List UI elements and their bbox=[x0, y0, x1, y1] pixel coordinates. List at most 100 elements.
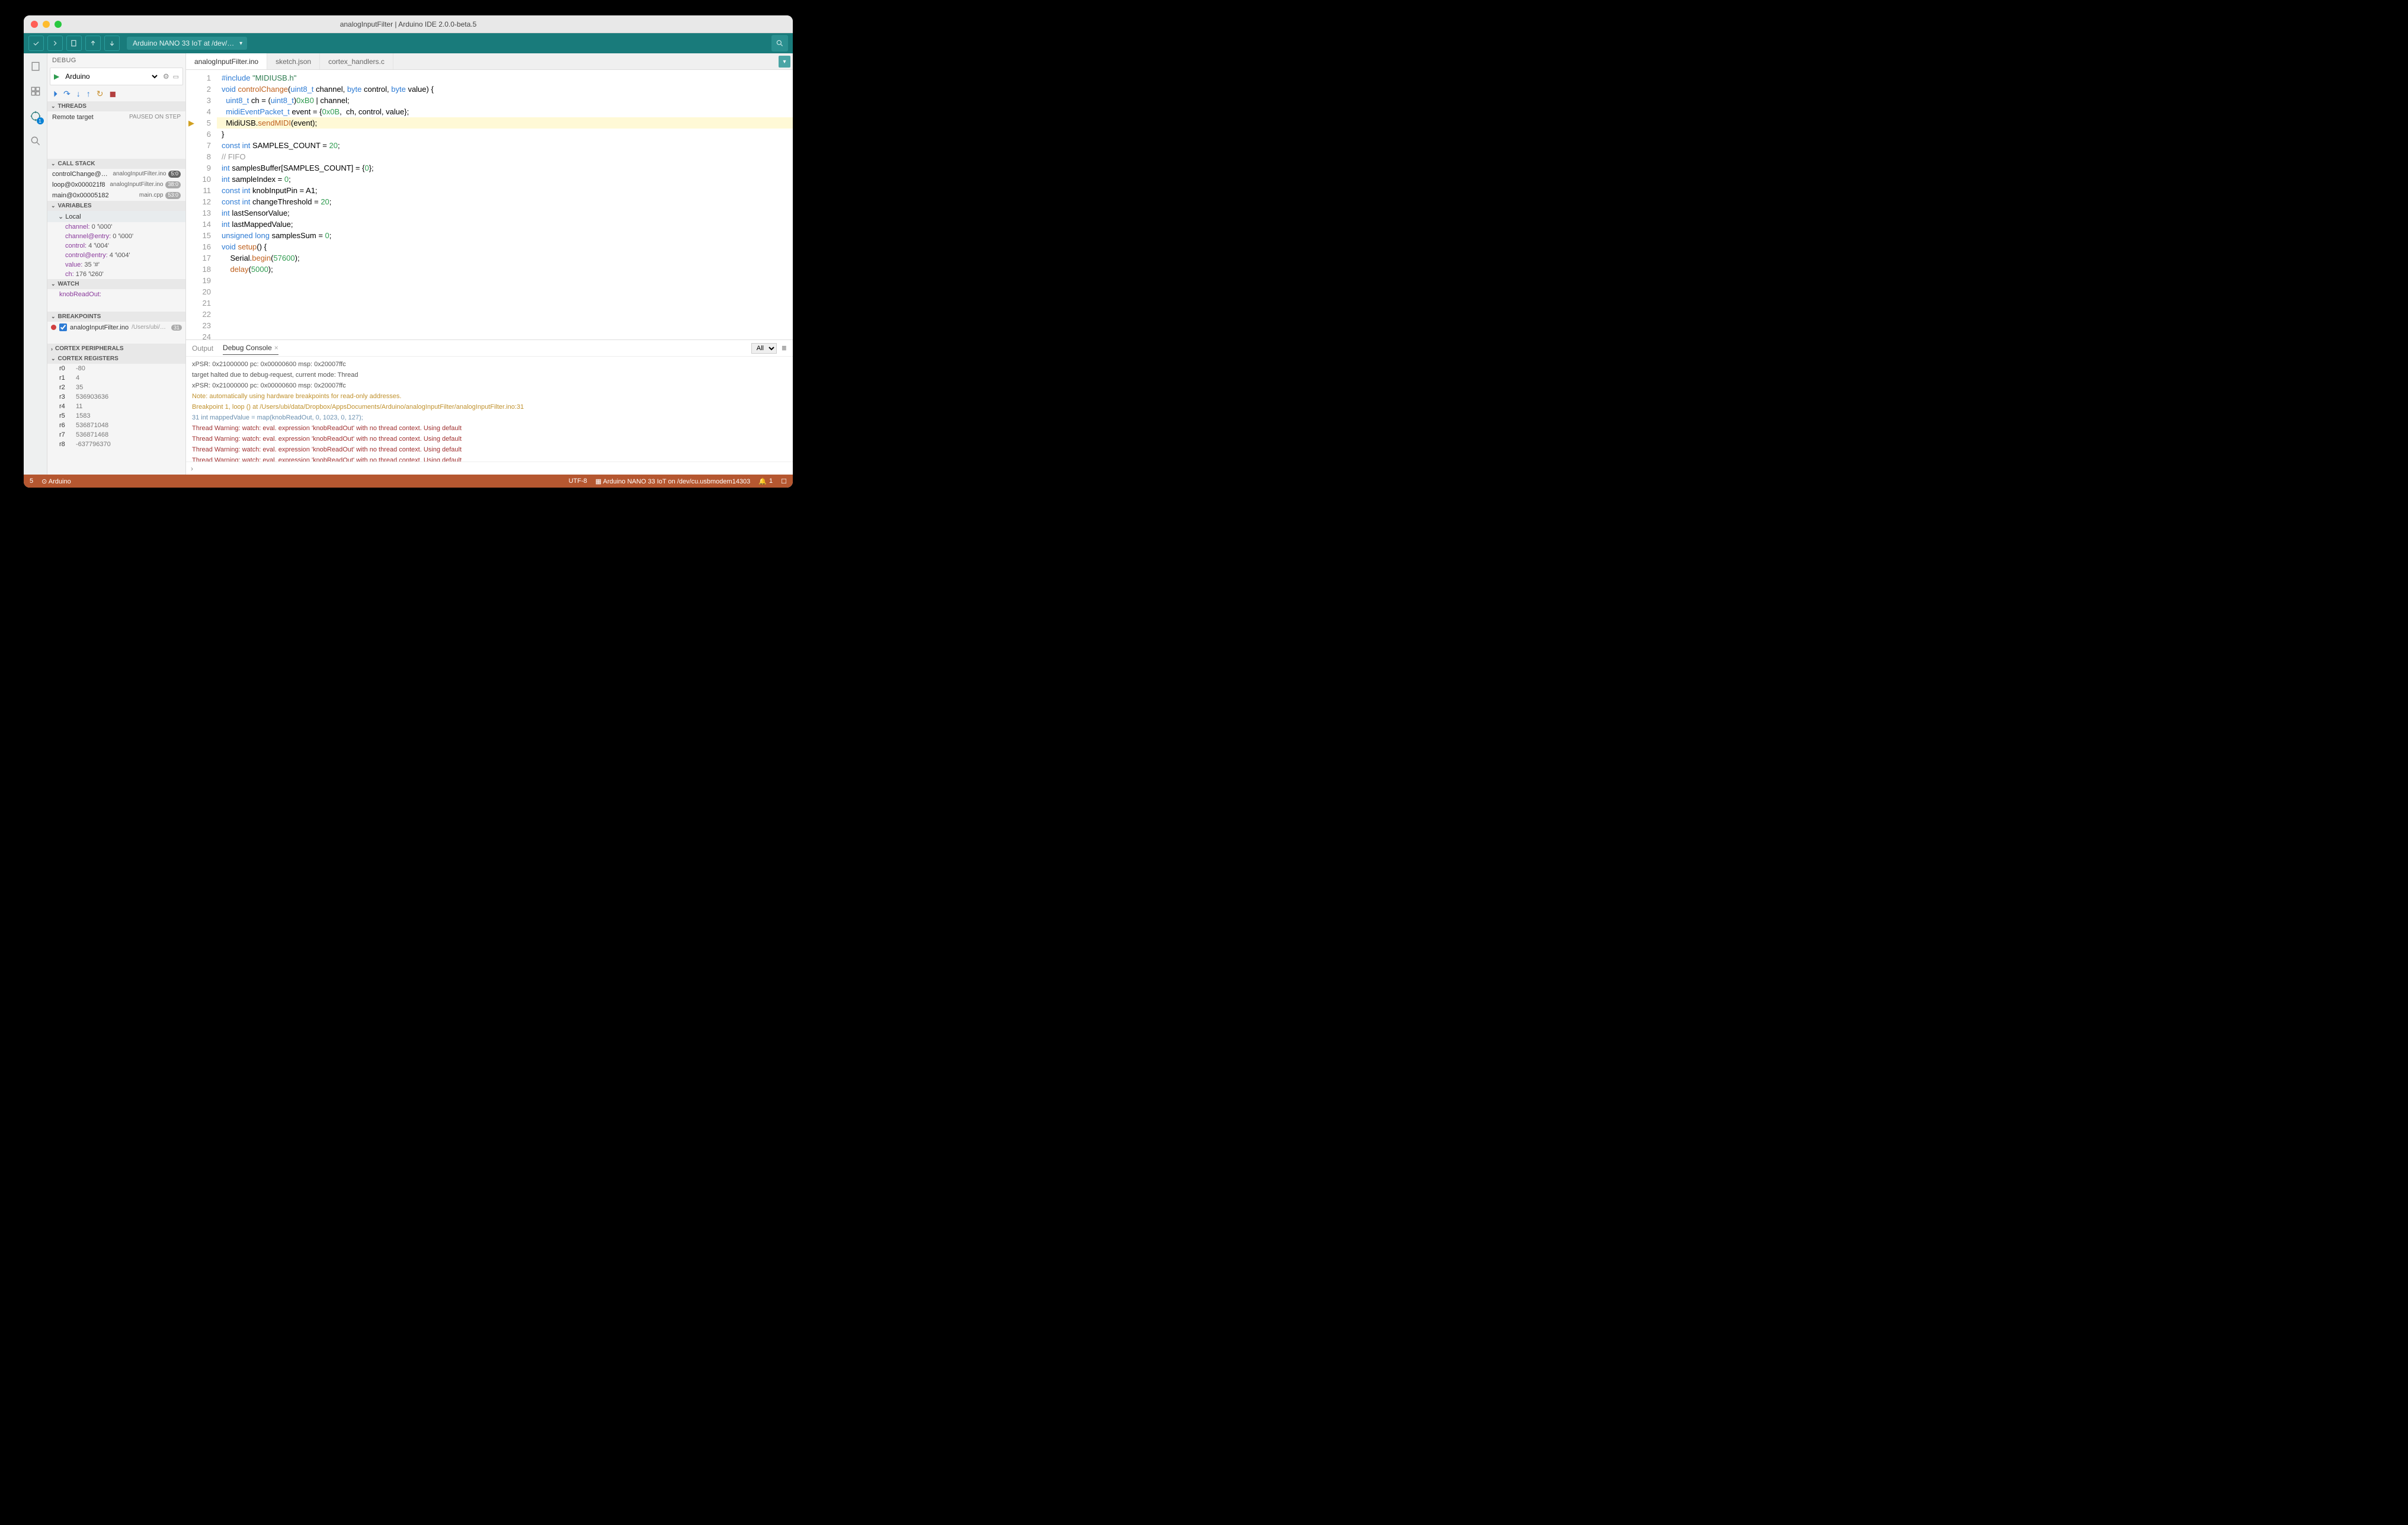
debug-config-select[interactable]: Arduino bbox=[63, 72, 159, 81]
restart-icon[interactable]: ↻ bbox=[97, 89, 104, 99]
code-editor[interactable]: 1 2 3 4 ▶5 6 7 8 9 10 11 12 13 14 15 16 … bbox=[186, 70, 793, 339]
variable-row[interactable]: ch: 176 '\260' bbox=[47, 270, 185, 279]
callstack-frame[interactable]: main@0x00005182main.cpp53:0 bbox=[47, 190, 185, 201]
tab-debug-console[interactable]: Debug Console× bbox=[223, 341, 278, 355]
breakpoint-checkbox[interactable] bbox=[59, 323, 67, 331]
console-line: Thread Warning: watch: eval. expression … bbox=[192, 455, 787, 462]
chevron-down-icon: ⌄ bbox=[51, 355, 56, 362]
debug-icon[interactable]: 1 bbox=[28, 109, 43, 123]
breakpoint-dot-icon bbox=[51, 325, 56, 330]
board-selector-label: Arduino NANO 33 IoT at /dev/… bbox=[133, 39, 234, 47]
variable-row[interactable]: control: 4 '\004' bbox=[47, 241, 185, 251]
debug-config-row: ▶ Arduino ⚙ ▭ bbox=[50, 68, 183, 85]
debug-repl-input[interactable]: › bbox=[186, 462, 793, 475]
callstack-header[interactable]: ⌄CALL STACK bbox=[47, 159, 185, 169]
step-out-icon[interactable]: ↑ bbox=[87, 89, 91, 99]
cortex-periph-header[interactable]: ›CORTEX PERIPHERALS bbox=[47, 344, 185, 354]
callstack-frame[interactable]: controlChange@0x0…analogInputFilter.ino5… bbox=[47, 169, 185, 180]
boards-manager-icon[interactable] bbox=[28, 84, 43, 98]
threads-header[interactable]: ⌄THREADS bbox=[47, 101, 185, 111]
status-board[interactable]: ▦ Arduino NANO 33 IoT on /dev/cu.usbmode… bbox=[595, 478, 751, 485]
board-selector[interactable]: Arduino NANO 33 IoT at /dev/… bbox=[127, 37, 247, 50]
editor-tabs: analogInputFilter.inosketch.jsoncortex_h… bbox=[186, 53, 793, 70]
maximize-icon[interactable] bbox=[55, 21, 62, 28]
callstack-frame[interactable]: loop@0x000021f8analogInputFilter.ino38:0 bbox=[47, 180, 185, 190]
console-line: Thread Warning: watch: eval. expression … bbox=[192, 444, 787, 455]
console-line: xPSR: 0x21000000 pc: 0x00000600 msp: 0x2… bbox=[192, 380, 787, 391]
debug-sidebar: DEBUG ▶ Arduino ⚙ ▭ ⏵ ↷ ↓ ↑ ↻ ◼ ⌄THREADS… bbox=[47, 53, 186, 475]
chevron-right-icon: › bbox=[51, 346, 53, 352]
watch-item[interactable]: knobReadOut: bbox=[47, 289, 185, 300]
variable-row[interactable]: value: 35 '#' bbox=[47, 260, 185, 270]
toolbar: Arduino NANO 33 IoT at /dev/… bbox=[24, 33, 793, 53]
debug-console-icon[interactable]: ▭ bbox=[173, 73, 179, 81]
step-into-icon[interactable]: ↓ bbox=[76, 89, 81, 99]
traffic-lights bbox=[31, 21, 62, 28]
breakpoints-header[interactable]: ⌄BREAKPOINTS bbox=[47, 312, 185, 322]
gear-icon[interactable]: ⚙ bbox=[163, 72, 169, 81]
register-row[interactable]: r411 bbox=[47, 402, 185, 411]
panel-tabs: Output Debug Console× All ≣ bbox=[186, 340, 793, 357]
save-button[interactable] bbox=[104, 36, 120, 51]
register-row[interactable]: r8-637796370 bbox=[47, 440, 185, 449]
console-filter-select[interactable]: All bbox=[751, 343, 777, 354]
start-debug-icon[interactable]: ▶ bbox=[54, 72, 59, 81]
register-row[interactable]: r7536871468 bbox=[47, 430, 185, 440]
tab-overflow-icon[interactable]: ▾ bbox=[779, 56, 790, 68]
close-icon[interactable]: × bbox=[274, 344, 278, 352]
sidebar-title: DEBUG bbox=[47, 53, 185, 68]
console-line: Note: automatically using hardware break… bbox=[192, 391, 787, 402]
window-title: analogInputFilter | Arduino IDE 2.0.0-be… bbox=[340, 20, 477, 28]
chevron-down-icon: ⌄ bbox=[51, 103, 56, 110]
variable-row[interactable]: channel: 0 '\000' bbox=[47, 222, 185, 232]
variable-row[interactable]: channel@entry: 0 '\000' bbox=[47, 232, 185, 241]
console-line: Breakpoint 1, loop () at /Users/ubi/data… bbox=[192, 402, 787, 412]
tab-output[interactable]: Output bbox=[192, 342, 213, 355]
editor-tab[interactable]: analogInputFilter.ino bbox=[186, 53, 267, 69]
search-icon[interactable] bbox=[28, 134, 43, 148]
step-over-icon[interactable]: ↷ bbox=[63, 89, 71, 99]
variables-header[interactable]: ⌄VARIABLES bbox=[47, 201, 185, 211]
stop-icon[interactable]: ◼ bbox=[109, 89, 116, 99]
register-row[interactable]: r0-80 bbox=[47, 364, 185, 373]
feedback-icon[interactable]: ☐ bbox=[781, 478, 787, 485]
register-row[interactable]: r14 bbox=[47, 373, 185, 383]
sketchbook-icon[interactable] bbox=[28, 59, 43, 73]
debug-controls: ⏵ ↷ ↓ ↑ ↻ ◼ bbox=[47, 85, 185, 101]
thread-row[interactable]: Remote target PAUSED ON STEP bbox=[47, 111, 185, 123]
titlebar: analogInputFilter | Arduino IDE 2.0.0-be… bbox=[24, 15, 793, 33]
verify-button[interactable] bbox=[28, 36, 44, 51]
minimize-icon[interactable] bbox=[43, 21, 50, 28]
search-button[interactable] bbox=[771, 35, 788, 52]
upload-button[interactable] bbox=[47, 36, 63, 51]
register-row[interactable]: r3536903636 bbox=[47, 392, 185, 402]
continue-icon[interactable]: ⏵ bbox=[53, 89, 57, 99]
status-connection[interactable]: ⊙ Arduino bbox=[41, 478, 71, 485]
register-row[interactable]: r51583 bbox=[47, 411, 185, 421]
console-line: xPSR: 0x21000000 pc: 0x00000600 msp: 0x2… bbox=[192, 359, 787, 370]
status-line[interactable]: 5 bbox=[30, 478, 33, 485]
console-line: Thread Warning: watch: eval. expression … bbox=[192, 434, 787, 444]
cortex-regs-header[interactable]: ⌄CORTEX REGISTERS bbox=[47, 354, 185, 364]
notifications-icon[interactable]: 🔔 1 bbox=[758, 478, 773, 485]
app-window: analogInputFilter | Arduino IDE 2.0.0-be… bbox=[24, 15, 793, 488]
activity-bar: 1 bbox=[24, 53, 47, 475]
chevron-down-icon: ⌄ bbox=[51, 203, 56, 209]
debug-console[interactable]: xPSR: 0x21000000 pc: 0x00000600 msp: 0x2… bbox=[186, 357, 793, 462]
register-row[interactable]: r6536871048 bbox=[47, 421, 185, 430]
editor-tab[interactable]: cortex_handlers.c bbox=[320, 53, 393, 69]
console-line: target halted due to debug-request, curr… bbox=[192, 370, 787, 380]
status-encoding[interactable]: UTF-8 bbox=[569, 478, 587, 485]
watch-header[interactable]: ⌄WATCH bbox=[47, 279, 185, 289]
variable-row[interactable]: control@entry: 4 '\004' bbox=[47, 251, 185, 260]
new-sketch-button[interactable] bbox=[66, 36, 82, 51]
register-row[interactable]: r235 bbox=[47, 383, 185, 392]
variables-scope[interactable]: ⌄ Local bbox=[47, 211, 185, 222]
editor-tab[interactable]: sketch.json bbox=[267, 53, 320, 69]
close-icon[interactable] bbox=[31, 21, 38, 28]
breakpoint-row[interactable]: analogInputFilter.ino /Users/ubi/data/D…… bbox=[47, 322, 185, 333]
clear-console-icon[interactable]: ≣ bbox=[782, 344, 787, 352]
open-button[interactable] bbox=[85, 36, 101, 51]
chevron-down-icon: ⌄ bbox=[51, 281, 56, 287]
chevron-down-icon: ⌄ bbox=[51, 161, 56, 167]
